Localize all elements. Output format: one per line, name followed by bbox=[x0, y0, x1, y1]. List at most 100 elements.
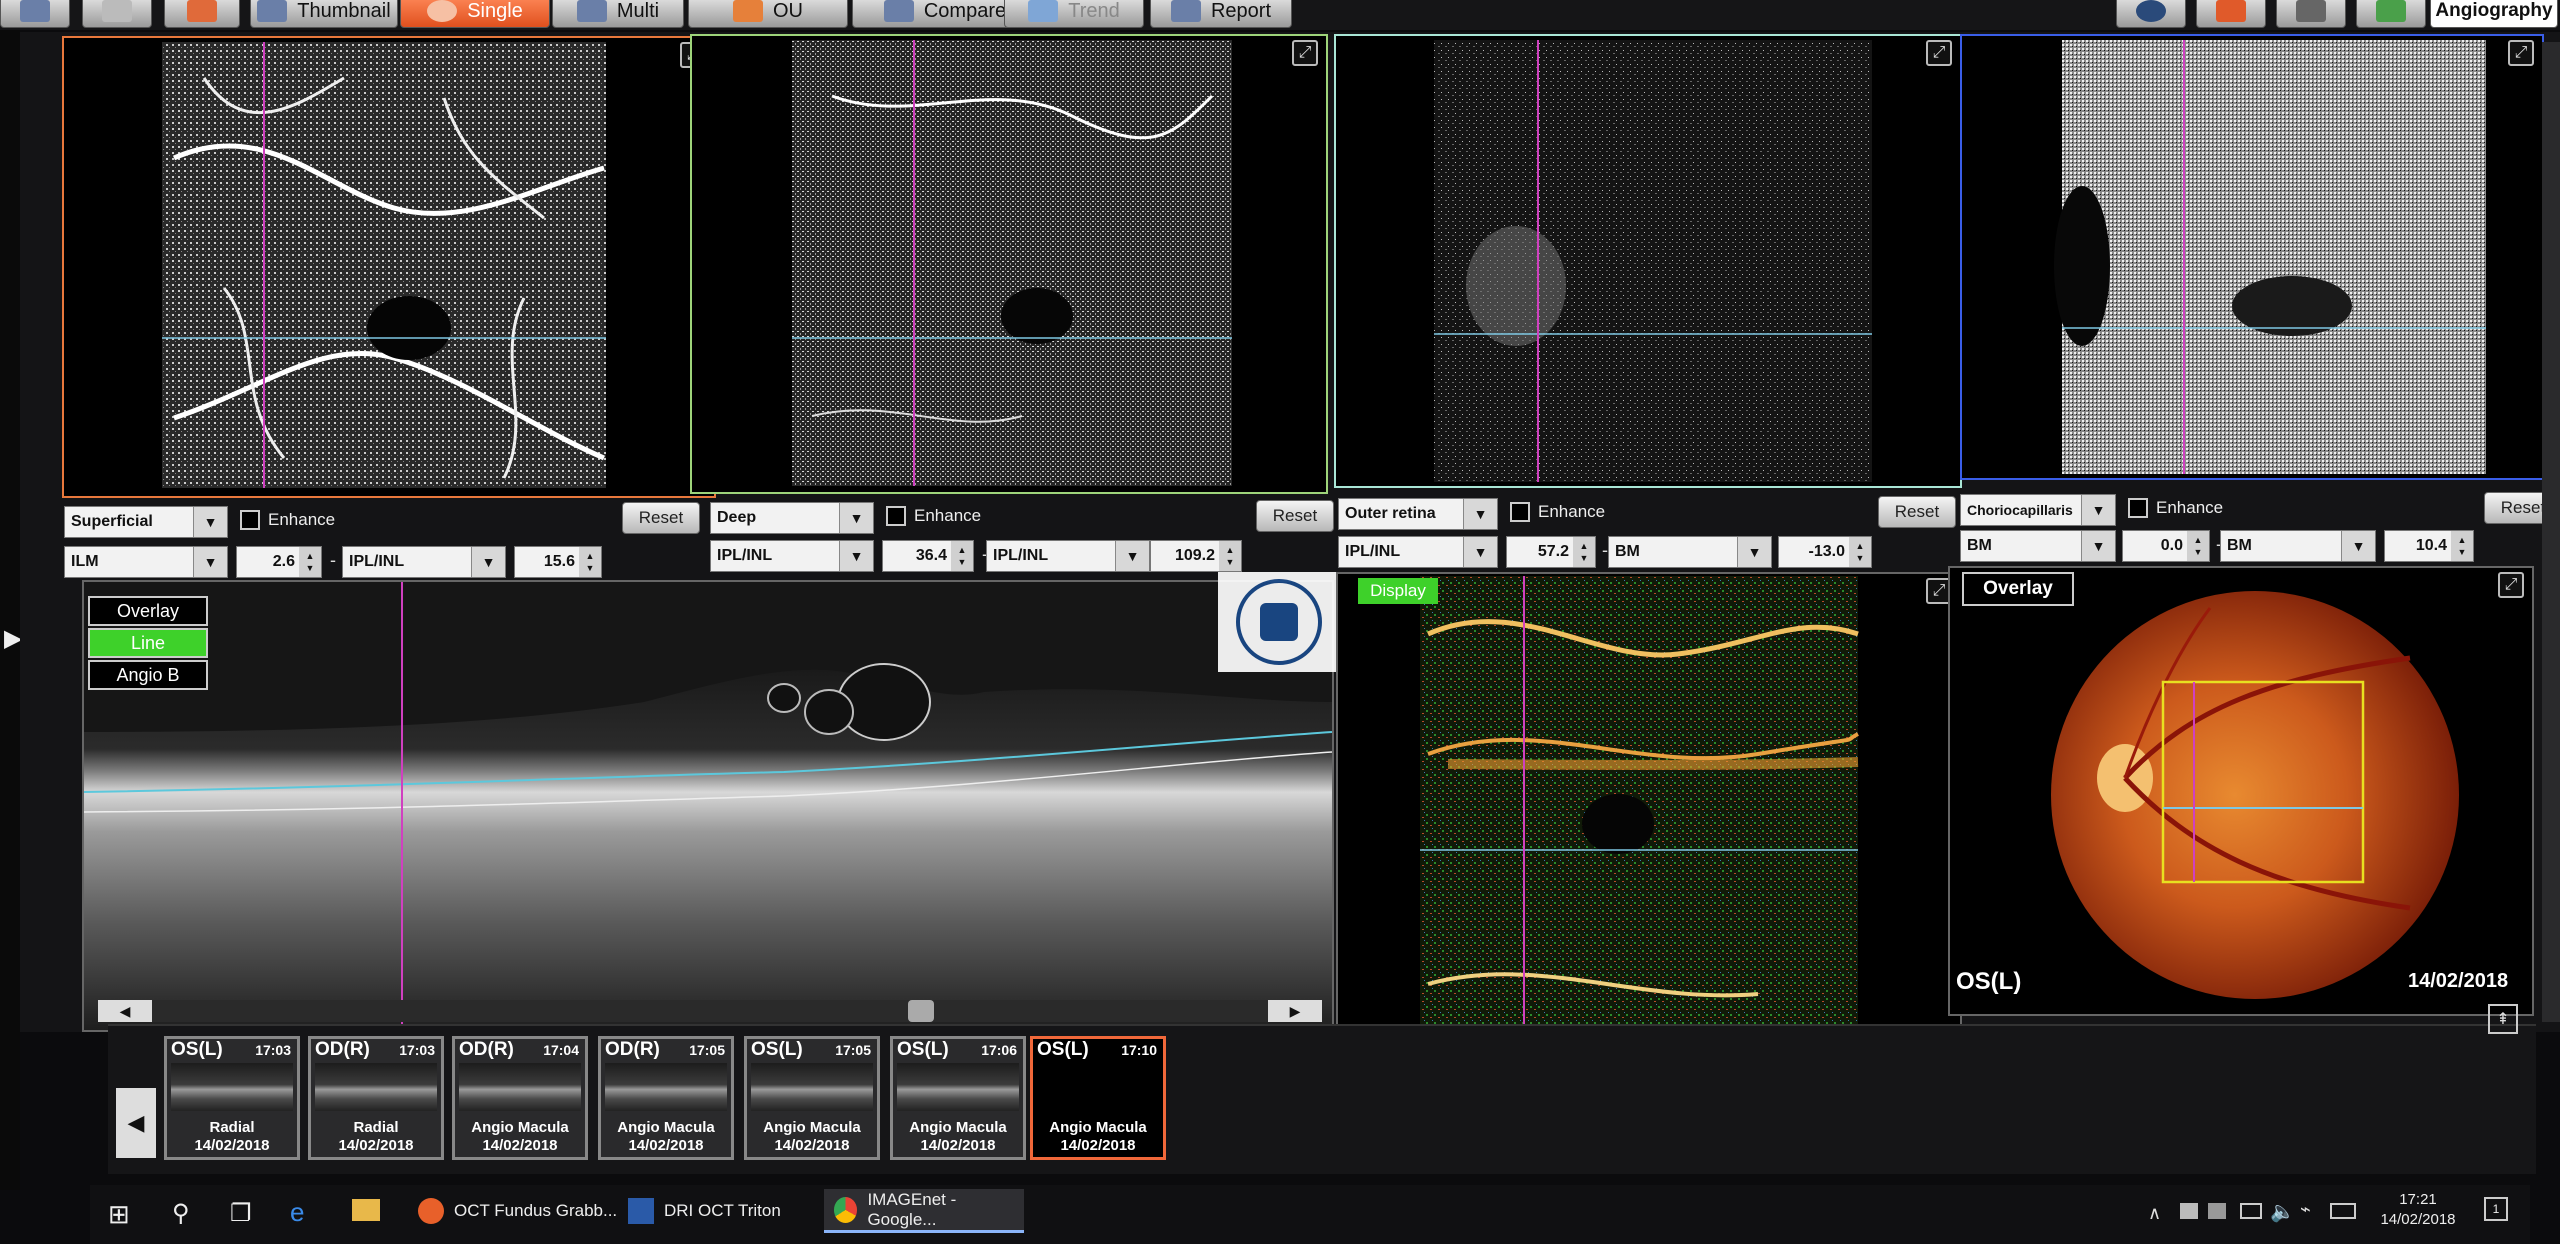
spinner-icon[interactable]: ▲ ▼ bbox=[1219, 541, 1241, 571]
printer-icon[interactable] bbox=[2208, 1203, 2226, 1219]
spinner-icon[interactable]: ▲ ▼ bbox=[299, 547, 321, 577]
angio-panel-deep[interactable]: ⤢ bbox=[690, 34, 1328, 494]
thumbnail-item[interactable]: OD(R) 17:05 Angio Macula 14/02/2018 bbox=[598, 1036, 734, 1160]
enhance-checkbox-superficial[interactable]: Enhance bbox=[240, 510, 335, 530]
thumbnail-button[interactable]: Thumbnail bbox=[250, 0, 398, 28]
spinner-icon[interactable]: ▲ ▼ bbox=[2451, 531, 2473, 561]
task-oct-fundus[interactable]: OCT Fundus Grabb... bbox=[408, 1189, 627, 1233]
chevron-up-icon[interactable]: ∧ bbox=[2148, 1203, 2161, 1224]
top-offset-superficial[interactable]: 2.6 ▲ ▼ bbox=[236, 546, 322, 578]
display-label[interactable]: Display bbox=[1358, 578, 1438, 604]
tool-button-3[interactable] bbox=[2276, 0, 2346, 28]
file-explorer-icon[interactable] bbox=[352, 1199, 380, 1221]
scroll-left-icon[interactable]: ◀ bbox=[98, 1000, 152, 1022]
expand-icon[interactable]: ⤢ bbox=[1926, 40, 1952, 66]
bottom-offset-choriocapillaris[interactable]: 10.4 ▲ ▼ bbox=[2384, 530, 2474, 562]
scroll-thumb[interactable] bbox=[908, 1000, 934, 1022]
bottom-offset-outer-retina[interactable]: -13.0 ▲ ▼ bbox=[1778, 536, 1872, 568]
angio-panel-outer-retina[interactable]: ⤢ bbox=[1334, 34, 1962, 488]
print-button[interactable] bbox=[82, 0, 152, 28]
top-offset-choriocapillaris[interactable]: 0.0 ▲ ▼ bbox=[2122, 530, 2210, 562]
bottom-layer-select-superficial[interactable]: IPL/INL ▼ bbox=[342, 546, 506, 578]
enhance-checkbox-outer-retina[interactable]: Enhance bbox=[1510, 502, 1605, 522]
notification-icon[interactable]: 1 bbox=[2484, 1197, 2508, 1221]
expand-icon[interactable]: ⤢ bbox=[2498, 572, 2524, 598]
ou-button[interactable]: OU bbox=[688, 0, 848, 28]
windows-start-icon[interactable]: ⊞ bbox=[108, 1199, 130, 1230]
enhance-checkbox-choriocapillaris[interactable]: Enhance bbox=[2128, 498, 2223, 518]
slab-select-superficial[interactable]: Superficial ▼ bbox=[64, 506, 228, 538]
expand-icon[interactable]: ⤢ bbox=[2508, 40, 2534, 66]
task-dri-oct[interactable]: DRI OCT Triton bbox=[618, 1189, 791, 1233]
spinner-icon[interactable]: ▲ ▼ bbox=[951, 541, 973, 571]
checkbox-box[interactable] bbox=[240, 510, 260, 530]
top-layer-select-choriocapillaris[interactable]: BM ▼ bbox=[1960, 530, 2116, 562]
right-scrollbar[interactable] bbox=[2542, 42, 2560, 1022]
spinner-icon[interactable]: ▲ ▼ bbox=[2187, 531, 2209, 561]
bscan-panel[interactable]: Overlay Line Angio B ◀ ▶ bbox=[82, 580, 1334, 1032]
reset-button-superficial[interactable]: Reset bbox=[622, 502, 700, 534]
slab-select-choriocapillaris[interactable]: Choriocapillaris ▼ bbox=[1960, 494, 2116, 526]
top-layer-select-deep[interactable]: IPL/INL ▼ bbox=[710, 540, 874, 572]
slab-select-deep[interactable]: Deep ▼ bbox=[710, 502, 874, 534]
thumbnail-prev-icon[interactable]: ◀ bbox=[116, 1088, 156, 1158]
bottom-layer-select-choriocapillaris[interactable]: BM ▼ bbox=[2220, 530, 2376, 562]
reset-button-deep[interactable]: Reset bbox=[1256, 500, 1334, 532]
spinner-icon[interactable]: ▲ ▼ bbox=[1849, 537, 1871, 567]
clock-date[interactable]: 14/02/2018 bbox=[2370, 1211, 2466, 1228]
report-button[interactable]: Report bbox=[1150, 0, 1292, 28]
trend-button[interactable]: Trend bbox=[1004, 0, 1144, 28]
angio-panel-choriocapillaris[interactable]: ⤢ bbox=[1960, 34, 2544, 480]
keyboard-icon[interactable] bbox=[2330, 1203, 2356, 1219]
tool-button-2[interactable] bbox=[2196, 0, 2266, 28]
tool-button-4[interactable] bbox=[2356, 0, 2426, 28]
reset-button-outer-retina[interactable]: Reset bbox=[1878, 496, 1956, 528]
mode-angio-b-button[interactable]: Angio B bbox=[88, 660, 208, 690]
thumbnail-item[interactable]: OD(R) 17:03 Radial 14/02/2018 bbox=[308, 1036, 444, 1160]
top-offset-deep[interactable]: 36.4 ▲ ▼ bbox=[882, 540, 974, 572]
language-icon[interactable]: ⌁ bbox=[2300, 1199, 2311, 1220]
pin-icon[interactable]: ⇞ bbox=[2488, 1004, 2518, 1034]
top-layer-select-outer-retina[interactable]: IPL/INL ▼ bbox=[1338, 536, 1498, 568]
thumbnail-item[interactable]: OS(L) 17:05 Angio Macula 14/02/2018 bbox=[744, 1036, 880, 1160]
spinner-icon[interactable]: ▲ ▼ bbox=[579, 547, 601, 577]
task-view-icon[interactable]: ❐ bbox=[230, 1199, 252, 1228]
top-offset-outer-retina[interactable]: 57.2 ▲ ▼ bbox=[1506, 536, 1596, 568]
task-imagenet[interactable]: IMAGEnet - Google... bbox=[824, 1189, 1024, 1233]
scroll-right-icon[interactable]: ▶ bbox=[1268, 1000, 1322, 1022]
save-button[interactable] bbox=[0, 0, 70, 28]
single-button[interactable]: Single bbox=[400, 0, 550, 28]
angio-panel-superficial[interactable]: ⤢ bbox=[62, 36, 716, 498]
clock-time[interactable]: 17:21 bbox=[2378, 1191, 2458, 1208]
slab-select-outer-retina[interactable]: Outer retina ▼ bbox=[1338, 498, 1498, 530]
usb-icon[interactable] bbox=[2180, 1203, 2198, 1219]
display-panel[interactable]: Display ⤢ bbox=[1336, 572, 1962, 1032]
fundus-panel[interactable]: Overlay ⤢ OS(L) 14/02/2018 bbox=[1948, 566, 2534, 1016]
top-layer-select-superficial[interactable]: ILM ▼ bbox=[64, 546, 228, 578]
export-button[interactable] bbox=[164, 0, 240, 28]
search-icon[interactable]: ⚲ bbox=[172, 1199, 190, 1228]
bottom-offset-deep[interactable]: 109.2 ▲ ▼ bbox=[1150, 540, 1242, 572]
checkbox-box[interactable] bbox=[2128, 498, 2148, 518]
bottom-layer-select-outer-retina[interactable]: BM ▼ bbox=[1608, 536, 1772, 568]
checkbox-box[interactable] bbox=[886, 506, 906, 526]
tool-button-1[interactable] bbox=[2116, 0, 2186, 28]
mode-overlay-button[interactable]: Overlay bbox=[88, 596, 208, 626]
bottom-layer-select-deep[interactable]: IPL/INL ▼ bbox=[986, 540, 1150, 572]
bscan-scrollbar[interactable]: ◀ ▶ bbox=[98, 1000, 1322, 1022]
thumbnail-item-selected[interactable]: OS(L) 17:10 Angio Macula 14/02/2018 bbox=[1030, 1036, 1166, 1160]
expand-icon[interactable]: ⤢ bbox=[1292, 40, 1318, 66]
bottom-offset-superficial[interactable]: 15.6 ▲ ▼ bbox=[514, 546, 602, 578]
edge-icon[interactable]: e bbox=[290, 1197, 304, 1228]
angiography-mode[interactable]: Angiography bbox=[2430, 0, 2558, 28]
fundus-overlay-button[interactable]: Overlay bbox=[1962, 572, 2074, 606]
thumbnail-item[interactable]: OS(L) 17:06 Angio Macula 14/02/2018 bbox=[890, 1036, 1026, 1160]
multi-button[interactable]: Multi bbox=[552, 0, 684, 28]
checkbox-box[interactable] bbox=[1510, 502, 1530, 522]
network-icon[interactable] bbox=[2240, 1203, 2262, 1219]
enhance-checkbox-deep[interactable]: Enhance bbox=[886, 506, 981, 526]
thumbnail-item[interactable]: OS(L) 17:03 Radial 14/02/2018 bbox=[164, 1036, 300, 1160]
thumbnail-item[interactable]: OD(R) 17:04 Angio Macula 14/02/2018 bbox=[452, 1036, 588, 1160]
volume-mute-icon[interactable]: 🔈 bbox=[2270, 1199, 2295, 1224]
spinner-icon[interactable]: ▲ ▼ bbox=[1573, 537, 1595, 567]
